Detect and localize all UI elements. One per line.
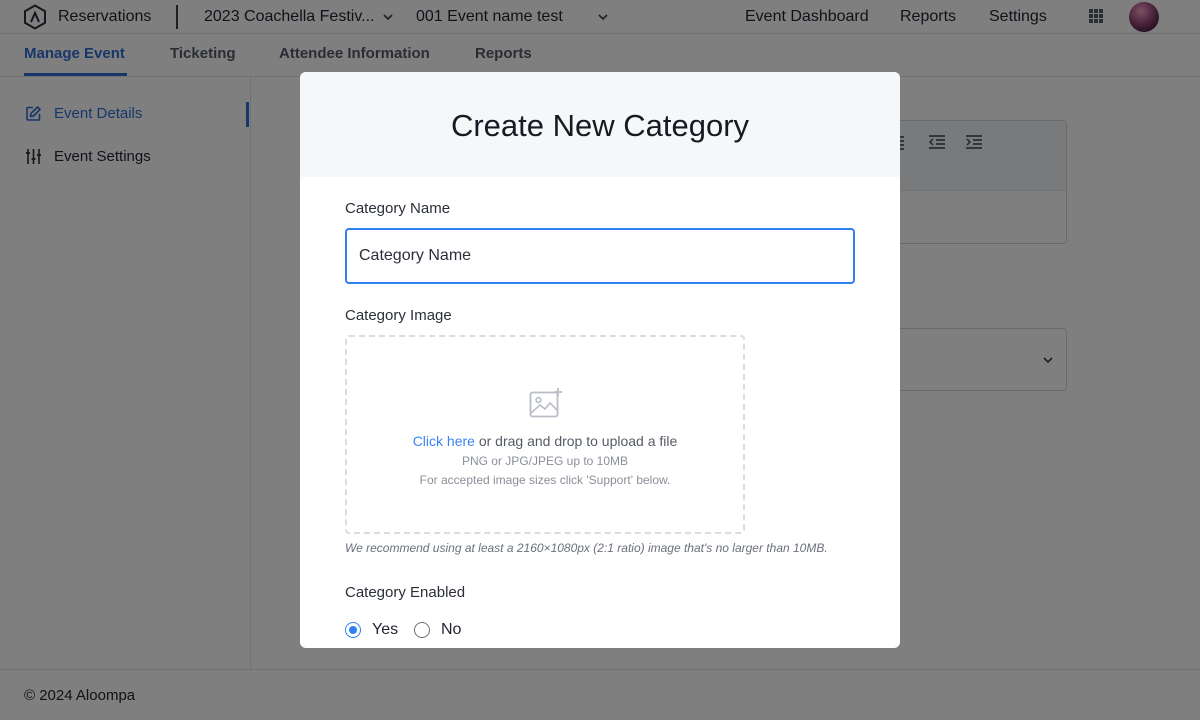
category-name-label: Category Name xyxy=(345,200,451,217)
radio-yes-label: Yes xyxy=(372,621,399,638)
create-category-modal: Create New Category Category Name Catego… xyxy=(300,72,900,648)
upload-text: or drag and drop to upload a file xyxy=(474,433,678,449)
image-size-hint: We recommend using at least a 2160×1080p… xyxy=(345,541,828,555)
upload-support-note: For accepted image sizes click 'Support'… xyxy=(419,473,671,487)
upload-instructions: Click here or drag and drop to upload a … xyxy=(347,433,743,449)
enabled-no-option[interactable]: No xyxy=(414,621,461,639)
modal-header: Create New Category xyxy=(300,72,900,177)
add-image-icon xyxy=(529,388,562,418)
category-enabled-label: Category Enabled xyxy=(345,584,466,601)
category-name-input[interactable] xyxy=(345,228,855,284)
upload-click-here-link[interactable]: Click here xyxy=(413,433,475,449)
modal-title: Create New Category xyxy=(450,108,750,143)
enabled-yes-option[interactable]: Yes xyxy=(345,621,398,639)
image-upload-dropzone[interactable]: Click here or drag and drop to upload a … xyxy=(345,335,745,534)
radio-yes[interactable] xyxy=(345,622,361,638)
category-image-label: Category Image xyxy=(345,307,452,324)
radio-no[interactable] xyxy=(414,622,430,638)
upload-formats: PNG or JPG/JPEG up to 10MB xyxy=(461,454,629,468)
radio-no-label: No xyxy=(441,621,462,638)
